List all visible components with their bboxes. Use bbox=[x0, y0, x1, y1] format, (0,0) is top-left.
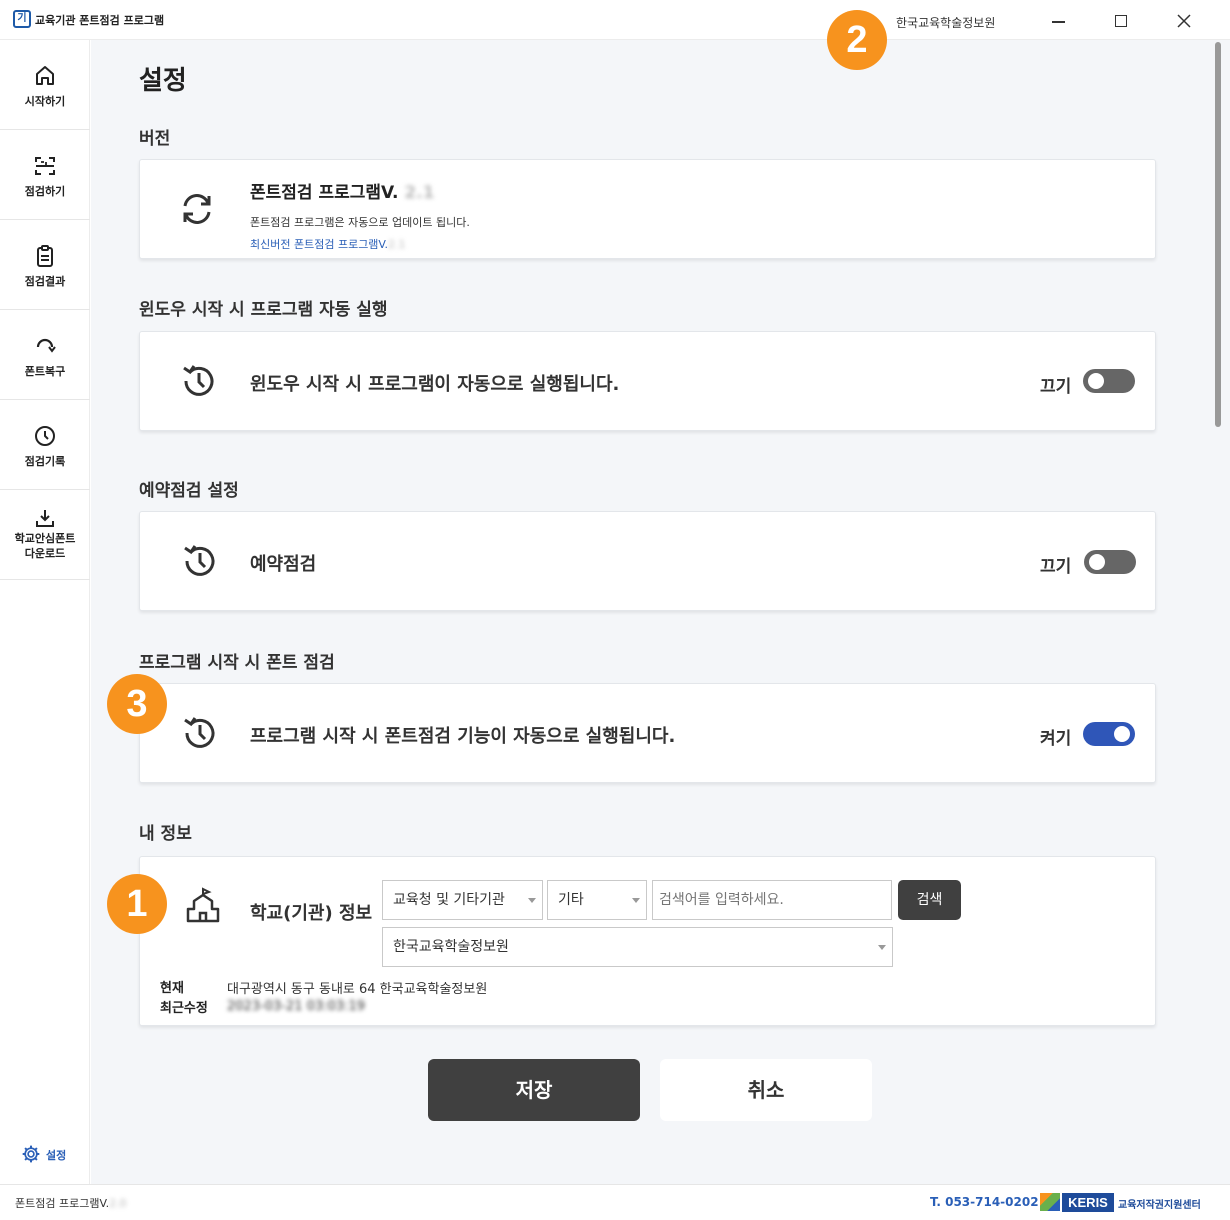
app-logo: 기 bbox=[13, 10, 31, 28]
page-title: 설정 bbox=[139, 66, 187, 96]
my-info-card: 학교(기관) 정보 교육청 및 기타기관 기타 검색 한국교육학술정보원 현재 … bbox=[139, 856, 1156, 1026]
gear-icon bbox=[22, 1145, 40, 1163]
latest-version-link[interactable]: 최신버전 폰트점검 프로그램V.2.1 bbox=[250, 236, 406, 252]
schedule-text: 예약점검 bbox=[250, 554, 317, 575]
close-button[interactable] bbox=[1164, 6, 1204, 36]
startup-check-card: 프로그램 시작 시 폰트점검 기능이 자동으로 실행됩니다. 켜기 bbox=[139, 683, 1156, 783]
keris-wordmark: KERIS bbox=[1062, 1193, 1114, 1212]
scrollbar-thumb[interactable] bbox=[1215, 42, 1221, 427]
startup-check-text: 프로그램 시작 시 폰트점검 기능이 자동으로 실행됩니다. bbox=[250, 726, 676, 747]
schedule-toggle-label: 끄기 bbox=[1040, 557, 1072, 577]
sidebar-item-check[interactable]: 점검하기 bbox=[0, 130, 90, 220]
refresh-icon bbox=[183, 194, 211, 224]
status-version-label: 폰트점검 프로그램V. bbox=[15, 1197, 110, 1210]
latest-version-number: 2.1 bbox=[388, 238, 406, 251]
search-button[interactable]: 검색 bbox=[898, 880, 961, 920]
annotation-badge-2: 2 bbox=[827, 10, 887, 70]
app-title: 교육기관 폰트점검 프로그램 bbox=[35, 14, 165, 27]
version-card: 폰트점검 프로그램V. 2.1 폰트점검 프로그램은 자동으로 업데이트 됩니다… bbox=[139, 159, 1156, 259]
modified-label: 최근수정 bbox=[160, 1001, 208, 1016]
modified-value: 2023-03-21 03:03:19 bbox=[227, 999, 366, 1014]
sidebar-item-history[interactable]: 점검기록 bbox=[0, 400, 90, 490]
toggle-knob bbox=[1088, 373, 1104, 389]
keris-mark-icon bbox=[1040, 1193, 1060, 1211]
category-select[interactable]: 교육청 및 기타기관 bbox=[382, 880, 543, 920]
sidebar-item-label: 점검결과 bbox=[24, 275, 66, 288]
status-phone: T. 053-714-0202 bbox=[930, 1195, 1039, 1209]
clock-refresh-icon bbox=[184, 717, 215, 748]
autostart-toggle-label: 끄기 bbox=[1040, 377, 1072, 397]
download-icon bbox=[36, 510, 54, 527]
latest-version-label: 최신버전 폰트점검 프로그램V. bbox=[250, 238, 389, 251]
institution-select-value: 한국교육학술정보원 bbox=[393, 939, 509, 955]
close-icon bbox=[1177, 14, 1191, 28]
cancel-button[interactable]: 취소 bbox=[660, 1059, 872, 1121]
category-select-value: 교육청 및 기타기관 bbox=[393, 892, 505, 908]
sidebar-item-restore[interactable]: 폰트복구 bbox=[0, 310, 90, 400]
minimize-button[interactable] bbox=[1038, 6, 1078, 36]
copyright-center-name: 교육저작권지원센터 bbox=[1118, 1200, 1201, 1211]
version-program-name: 폰트점검 프로그램V. bbox=[250, 183, 399, 203]
chevron-down-icon bbox=[528, 898, 536, 903]
sidebar: 시작하기 점검하기 점검결과 폰트복구 점검기록 학교안심폰트 다운로드 설정 bbox=[0, 40, 90, 1184]
scan-icon bbox=[35, 157, 55, 175]
section-title-startup-check: 프로그램 시작 시 폰트 점검 bbox=[139, 653, 335, 673]
clock-icon bbox=[35, 426, 55, 446]
section-title-schedule: 예약점검 설정 bbox=[139, 481, 239, 501]
section-title-my-info: 내 정보 bbox=[139, 824, 192, 844]
status-bar: 폰트점검 프로그램V.2.0 T. 053-714-0202 KERIS 교육저… bbox=[0, 1184, 1230, 1220]
sidebar-item-download[interactable]: 학교안심폰트 다운로드 bbox=[0, 490, 90, 580]
search-input[interactable] bbox=[652, 880, 892, 920]
sidebar-item-label: 점검하기 bbox=[24, 185, 66, 198]
type-select-value: 기타 bbox=[558, 892, 584, 908]
institution-info-label: 학교(기관) 정보 bbox=[250, 903, 373, 924]
toggle-knob bbox=[1114, 726, 1130, 742]
autostart-toggle[interactable] bbox=[1083, 369, 1135, 393]
type-select[interactable]: 기타 bbox=[547, 880, 647, 920]
sidebar-item-label: 시작하기 bbox=[24, 95, 66, 108]
startup-check-toggle[interactable] bbox=[1083, 722, 1135, 746]
annotation-badge-1: 1 bbox=[107, 874, 167, 934]
save-button[interactable]: 저장 bbox=[428, 1059, 640, 1121]
version-description: 폰트점검 프로그램은 자동으로 업데이트 됩니다. bbox=[250, 216, 470, 229]
sidebar-item-label: 학교안심폰트 다운로드 bbox=[0, 531, 90, 561]
title-bar: 기 교육기관 폰트점검 프로그램 한국교육학술정보원 bbox=[0, 0, 1230, 40]
keris-logo: KERIS 교육저작권지원센터 bbox=[1040, 1191, 1212, 1215]
status-version: 폰트점검 프로그램V.2.0 bbox=[15, 1195, 127, 1211]
current-value: 대구광역시 동구 동내로 64 한국교육학술정보원 bbox=[227, 982, 488, 997]
current-label: 현재 bbox=[160, 981, 184, 996]
sidebar-item-label: 점검기록 bbox=[24, 455, 66, 468]
toggle-knob bbox=[1089, 554, 1105, 570]
restore-icon bbox=[36, 338, 56, 353]
sidebar-item-label: 폰트복구 bbox=[24, 365, 66, 378]
section-title-autostart: 윈도우 시작 시 프로그램 자동 실행 bbox=[139, 300, 388, 320]
sidebar-item-results[interactable]: 점검결과 bbox=[0, 220, 90, 310]
version-title: 폰트점검 프로그램V. 2.1 bbox=[250, 178, 435, 203]
maximize-icon bbox=[1115, 15, 1127, 27]
startup-check-toggle-label: 켜기 bbox=[1040, 729, 1072, 749]
sidebar-item-label-line1: 학교안심폰트 bbox=[14, 532, 76, 545]
school-icon bbox=[186, 887, 220, 923]
section-title-version: 버전 bbox=[139, 129, 171, 149]
chevron-down-icon bbox=[632, 898, 640, 903]
maximize-button[interactable] bbox=[1101, 6, 1141, 36]
schedule-card: 예약점검 끄기 bbox=[139, 511, 1156, 611]
settings-label: 설정 bbox=[46, 1149, 67, 1162]
version-number: 2.1 bbox=[404, 183, 435, 203]
clipboard-icon bbox=[37, 245, 53, 267]
org-name: 한국교육학술정보원 bbox=[896, 16, 996, 30]
autostart-card: 윈도우 시작 시 프로그램이 자동으로 실행됩니다. 끄기 bbox=[139, 331, 1156, 431]
home-icon bbox=[36, 66, 54, 85]
institution-select[interactable]: 한국교육학술정보원 bbox=[382, 927, 893, 967]
sidebar-item-start[interactable]: 시작하기 bbox=[0, 40, 90, 130]
autostart-text: 윈도우 시작 시 프로그램이 자동으로 실행됩니다. bbox=[250, 374, 620, 395]
schedule-toggle[interactable] bbox=[1084, 550, 1136, 574]
minimize-icon bbox=[1052, 21, 1065, 23]
clock-refresh-icon bbox=[184, 545, 215, 576]
chevron-down-icon bbox=[878, 945, 886, 950]
clock-refresh-icon bbox=[183, 365, 214, 396]
sidebar-item-label-line2: 다운로드 bbox=[24, 547, 66, 560]
annotation-badge-3: 3 bbox=[107, 674, 167, 734]
status-version-number: 2.0 bbox=[109, 1197, 127, 1210]
